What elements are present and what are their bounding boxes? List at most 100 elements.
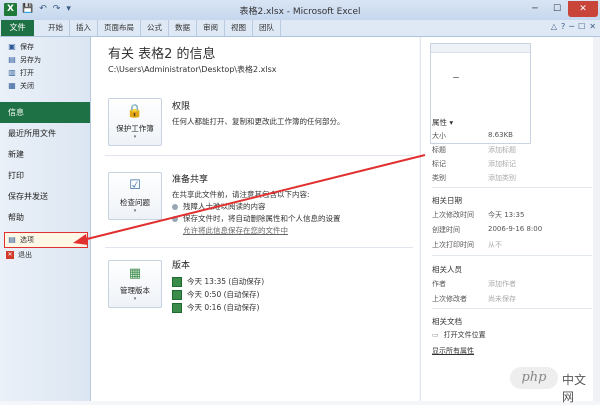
window-controls: ─ ☐ ✕ bbox=[524, 1, 598, 17]
nav-recent[interactable]: 最近所用文件 bbox=[0, 123, 90, 144]
file-path: C:\Users\Administrator\Desktop\表格2.xlsx bbox=[108, 65, 277, 74]
nav-save-as[interactable]: ▤ 另存为 bbox=[0, 53, 90, 66]
window-title: 表格2.xlsx - Microsoft Excel bbox=[239, 7, 361, 17]
info-panel: 有关 表格2 的信息 C:\Users\Administrator\Deskto… bbox=[91, 37, 419, 401]
section-divider bbox=[105, 247, 413, 248]
exit-icon: ✕ bbox=[6, 251, 14, 259]
tab-view[interactable]: 视图 bbox=[225, 20, 253, 36]
ribbon-right-controls: △ ? ─ ☐ ✕ bbox=[551, 22, 596, 31]
dropdown-arrow-icon: ▾ bbox=[133, 208, 137, 214]
nav-close-label: 关闭 bbox=[20, 81, 34, 90]
property-key: 标题 bbox=[432, 146, 446, 154]
doc-close-icon[interactable]: ✕ bbox=[589, 22, 596, 31]
versions-icon: ▦ bbox=[128, 266, 142, 281]
property-key: 大小 bbox=[432, 132, 446, 140]
vertical-scrollbar[interactable] bbox=[593, 37, 600, 401]
date-row: 上次修改时间 今天 13:35 bbox=[432, 210, 524, 220]
folder-icon: ▥ bbox=[8, 67, 16, 77]
tab-insert[interactable]: 插入 bbox=[70, 20, 98, 36]
versions-title: 版本 bbox=[172, 261, 191, 271]
date-value: 从不 bbox=[488, 241, 502, 249]
add-category-field[interactable]: 添加类别 bbox=[488, 173, 516, 183]
add-tags-field[interactable]: 添加标记 bbox=[488, 159, 516, 169]
dropdown-arrow-icon: ▾ bbox=[133, 134, 137, 140]
nav-open-label: 打开 bbox=[20, 68, 34, 77]
nav-save-as-label: 另存为 bbox=[20, 55, 41, 64]
prepare-share-desc: 在共享此文件前，请注意其包含以下内容: bbox=[172, 190, 310, 199]
tab-page-layout[interactable]: 页面布局 bbox=[98, 20, 141, 36]
version-item[interactable]: 今天 0:16 (自动保存) bbox=[172, 301, 264, 314]
excel-file-icon bbox=[172, 302, 182, 313]
nav-new[interactable]: 新建 bbox=[0, 144, 90, 165]
prepare-share-title: 准备共享 bbox=[172, 175, 209, 185]
nav-info[interactable]: 信息 bbox=[0, 102, 90, 123]
version-item[interactable]: 今天 0:50 (自动保存) bbox=[172, 288, 264, 301]
nav-save-label: 保存 bbox=[20, 42, 34, 51]
nav-options[interactable]: ▤ 选项 bbox=[4, 232, 88, 248]
version-item[interactable]: 今天 13:35 (自动保存) bbox=[172, 275, 264, 288]
related-dates-header: 相关日期 bbox=[432, 196, 462, 205]
property-row: 标记 添加标记 bbox=[432, 159, 516, 169]
dropdown-arrow-icon: ▾ bbox=[133, 296, 137, 302]
close-window-icon[interactable]: ✕ bbox=[568, 1, 598, 17]
show-all-properties-link[interactable]: 显示所有属性 bbox=[432, 346, 474, 356]
nav-help[interactable]: 帮助 bbox=[0, 207, 90, 228]
tab-file[interactable]: 文件 bbox=[1, 20, 34, 36]
tab-review[interactable]: 审阅 bbox=[197, 20, 225, 36]
related-docs-header: 相关文档 bbox=[432, 317, 462, 326]
lock-icon: 🔒 bbox=[126, 104, 144, 119]
bullet-icon bbox=[172, 216, 178, 222]
manage-versions-button[interactable]: ▦ 管理版本 ▾ bbox=[108, 260, 162, 308]
property-key: 标记 bbox=[432, 160, 446, 168]
help-icon[interactable]: ? bbox=[561, 22, 565, 31]
watermark: php 中文网 bbox=[510, 367, 594, 404]
check-issues-label: 检查问题 bbox=[120, 198, 150, 207]
protect-workbook-label: 保护工作簿 bbox=[116, 124, 154, 133]
tab-home[interactable]: 开始 bbox=[42, 20, 70, 36]
collapse-ribbon-icon[interactable]: △ bbox=[551, 22, 557, 31]
add-title-field[interactable]: 添加标题 bbox=[488, 145, 516, 155]
issue-item: 残障人士难以阅读的内容 bbox=[172, 201, 341, 213]
nav-save-send[interactable]: 保存并发送 bbox=[0, 186, 90, 207]
allow-save-info-link[interactable]: 允许将此信息保存在您的文件中 bbox=[172, 225, 341, 237]
tab-team[interactable]: 团队 bbox=[253, 20, 281, 36]
properties-header[interactable]: 属性 ▾ bbox=[432, 117, 453, 128]
people-key: 上次修改者 bbox=[432, 295, 467, 303]
nav-exit[interactable]: ✕ 退出 bbox=[6, 248, 90, 262]
tab-data[interactable]: 数据 bbox=[169, 20, 197, 36]
versions-list: 今天 13:35 (自动保存) 今天 0:50 (自动保存) 今天 0:16 (… bbox=[172, 275, 264, 314]
permissions-section: 权限 任何人都能打开、复制和更改此工作簿的任何部分。 bbox=[172, 99, 345, 127]
people-key: 作者 bbox=[432, 280, 446, 288]
date-key: 上次打印时间 bbox=[432, 241, 474, 249]
properties-pane: 属性 ▾ 大小 8.63KB 标题 添加标题 标记 添加标记 类别 添加类别 相关日期 … bbox=[420, 37, 600, 401]
tab-formulas[interactable]: 公式 bbox=[141, 20, 169, 36]
excel-file-icon bbox=[172, 289, 182, 300]
add-author-field[interactable]: 添加作者 bbox=[488, 279, 516, 289]
section-divider bbox=[432, 308, 592, 309]
version-item-label: 今天 0:16 (自动保存) bbox=[187, 303, 260, 312]
issue-item-text: 残障人士难以阅读的内容 bbox=[183, 202, 266, 211]
nav-save[interactable]: ▣ 保存 bbox=[0, 40, 90, 53]
version-item-label: 今天 0:50 (自动保存) bbox=[187, 290, 260, 299]
nav-close[interactable]: ▦ 关闭 bbox=[0, 79, 90, 92]
minimize-icon[interactable]: ─ bbox=[524, 1, 546, 17]
versions-section: 版本 今天 13:35 (自动保存) 今天 0:50 (自动保存) 今天 0:1… bbox=[172, 258, 264, 314]
open-file-location-link[interactable]: ▭ 打开文件位置 bbox=[432, 330, 486, 340]
permissions-title: 权限 bbox=[172, 102, 191, 112]
save-icon: ▣ bbox=[8, 41, 16, 51]
people-value: 尚未保存 bbox=[488, 295, 516, 303]
close-file-icon: ▦ bbox=[8, 80, 16, 90]
ribbon-tab-bar: 文件 开始 插入 页面布局 公式 数据 审阅 视图 团队 △ ? ─ ☐ ✕ bbox=[0, 20, 600, 37]
doc-minimize-icon[interactable]: ─ bbox=[569, 22, 574, 31]
check-issues-button[interactable]: ☑ 检查问题 ▾ bbox=[108, 172, 162, 220]
nav-print[interactable]: 打印 bbox=[0, 165, 90, 186]
options-icon: ▤ bbox=[8, 235, 16, 244]
save-as-icon: ▤ bbox=[8, 54, 16, 64]
maximize-icon[interactable]: ☐ bbox=[546, 1, 568, 17]
nav-open[interactable]: ▥ 打开 bbox=[0, 66, 90, 79]
folder-open-icon: ▭ bbox=[432, 331, 439, 339]
date-row: 创建时间 2006-9-16 8:00 bbox=[432, 225, 542, 235]
doc-restore-icon[interactable]: ☐ bbox=[578, 22, 585, 31]
nav-exit-label: 退出 bbox=[18, 251, 32, 259]
protect-workbook-button[interactable]: 🔒 保护工作簿 ▾ bbox=[108, 98, 162, 146]
